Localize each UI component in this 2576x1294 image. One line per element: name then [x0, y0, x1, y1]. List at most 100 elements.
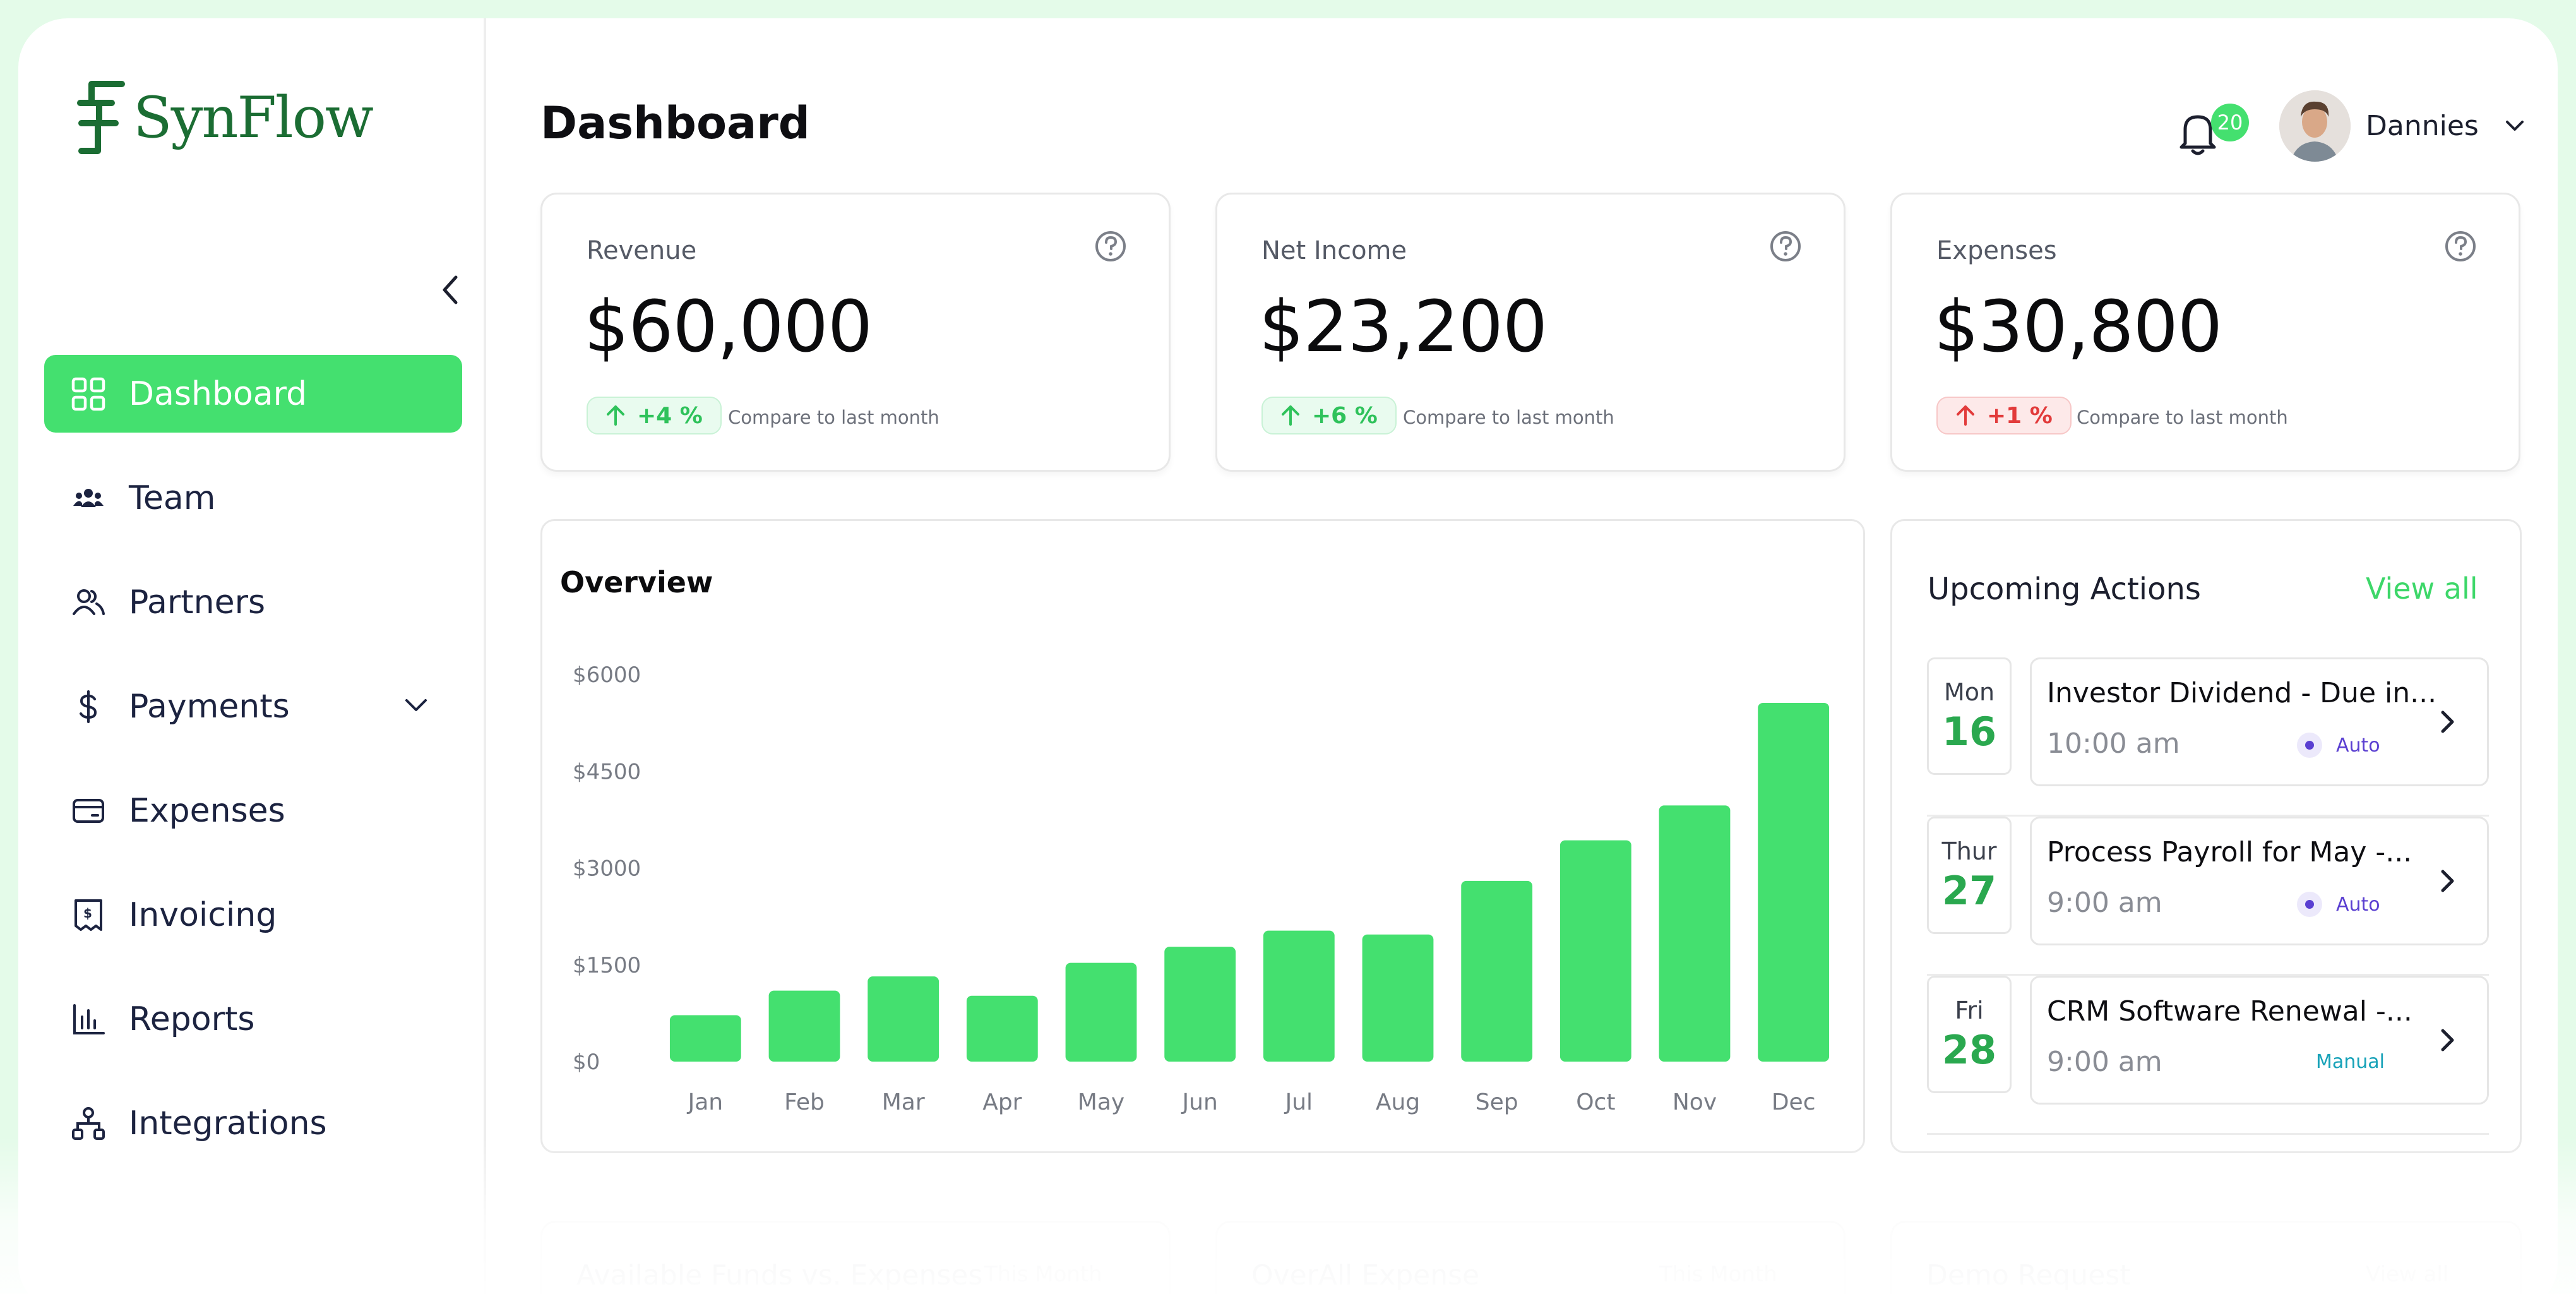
- chevron-down-icon[interactable]: [400, 689, 432, 721]
- bar-feb[interactable]: [768, 990, 840, 1062]
- sidebar-item-dashboard[interactable]: Dashboard: [44, 355, 462, 433]
- synflow-logo-icon: [77, 81, 125, 154]
- help-icon[interactable]: [2444, 230, 2477, 263]
- svg-text:$: $: [83, 906, 92, 921]
- period-select[interactable]: This Month: [984, 1262, 1102, 1287]
- sidebar-item-label: Invoicing: [129, 896, 277, 934]
- action-row: Fri 28 CRM Software Renewal -... 9:00 am…: [1927, 976, 2489, 1135]
- app-window: SynFlow Dashboard Team Partners Payments…: [18, 18, 2558, 1294]
- action-date: Fri 28: [1927, 976, 2012, 1093]
- integrations-icon: [69, 1105, 107, 1142]
- kpi-change-value: +6 %: [1312, 402, 1378, 429]
- period-select[interactable]: This Month: [1659, 1262, 1777, 1287]
- y-tick-label: $0: [573, 1050, 600, 1075]
- user-name[interactable]: Dannies: [2366, 110, 2479, 142]
- x-tick-label: Aug: [1376, 1089, 1420, 1115]
- card-title: Demo Request: [1926, 1259, 2131, 1291]
- help-icon[interactable]: [1094, 230, 1127, 263]
- sidebar-item-team[interactable]: Team: [44, 459, 462, 537]
- bar-aug[interactable]: [1362, 934, 1434, 1062]
- sidebar-item-expenses[interactable]: Expenses: [44, 772, 462, 849]
- overview-bar-chart: $0 $1500 $3000 $4500 $6000 Jan Feb Mar Apr May Jun…: [573, 662, 1830, 1115]
- sidebar-item-invoicing[interactable]: $ Invoicing: [44, 876, 462, 954]
- action-day-of-month: 28: [1941, 1027, 1997, 1073]
- chevron-right-icon[interactable]: [2435, 1024, 2460, 1056]
- action-tag-auto: Auto: [2297, 892, 2380, 917]
- action-tag-label: Auto: [2336, 734, 2380, 757]
- action-card[interactable]: CRM Software Renewal -... 9:00 am Manual: [2030, 976, 2489, 1105]
- sidebar-item-payments[interactable]: Payments: [44, 668, 462, 745]
- sidebar-item-label: Dashboard: [129, 374, 307, 413]
- sidebar: SynFlow Dashboard Team Partners Payments…: [18, 18, 486, 1294]
- upcoming-actions-card: Upcoming Actions View all Mon 16 Investo…: [1890, 519, 2522, 1153]
- sidebar-item-label: Partners: [129, 583, 266, 621]
- collapse-sidebar-button[interactable]: [427, 258, 472, 321]
- chevron-right-icon[interactable]: [2435, 706, 2460, 738]
- arrow-up-icon: [1282, 405, 1299, 426]
- arrow-up-icon: [1957, 405, 1974, 426]
- kpi-change-value: +1 %: [1987, 402, 2053, 429]
- action-time: 9:00 am: [2047, 1046, 2162, 1078]
- notification-badge: 20: [2211, 104, 2249, 141]
- x-tick-label: Oct: [1576, 1089, 1615, 1115]
- bar-dec[interactable]: [1758, 702, 1830, 1062]
- kpi-value: $30,800: [1934, 286, 2222, 368]
- chevron-down-icon[interactable]: [2502, 113, 2527, 138]
- chevron-left-icon: [443, 275, 458, 304]
- bar-jan[interactable]: [669, 1015, 741, 1062]
- arrow-up-icon: [607, 405, 624, 426]
- action-card[interactable]: Investor Dividend - Due in... 10:00 am A…: [2030, 657, 2489, 786]
- kpi-value: $23,200: [1259, 286, 1547, 368]
- demo-request-card[interactable]: Demo Request View all: [1890, 1221, 2522, 1294]
- invoice-icon: $: [69, 896, 107, 934]
- bar-mar[interactable]: [868, 976, 939, 1062]
- action-day-of-week: Fri: [1955, 997, 1984, 1024]
- available-funds-card[interactable]: Available Funds vs. Expenses This Month: [540, 1221, 1171, 1294]
- card-icon: [69, 792, 107, 830]
- sidebar-item-reports[interactable]: Reports: [44, 980, 462, 1058]
- action-title: Investor Dividend - Due in...: [2047, 677, 2437, 709]
- bar-jul[interactable]: [1263, 930, 1335, 1062]
- bar-nov[interactable]: [1659, 805, 1731, 1062]
- bar-oct[interactable]: [1559, 840, 1631, 1062]
- action-card[interactable]: Process Payroll for May -... 9:00 am Aut…: [2030, 817, 2489, 945]
- action-tag-manual: Manual: [2316, 1051, 2385, 1073]
- sidebar-item-label: Integrations: [129, 1104, 327, 1142]
- brand-logo[interactable]: SynFlow: [73, 78, 374, 157]
- sidebar-item-label: Reports: [129, 1000, 255, 1038]
- action-date: Thur 27: [1927, 817, 2012, 934]
- bar-jun[interactable]: [1164, 947, 1236, 1062]
- avatar[interactable]: [2279, 90, 2351, 162]
- y-tick-label: $4500: [573, 759, 641, 784]
- x-tick-label: Feb: [784, 1089, 825, 1115]
- action-title: Process Payroll for May -...: [2047, 836, 2412, 868]
- overall-expense-card[interactable]: OverAll Expense This Month: [1215, 1221, 1846, 1294]
- action-day-of-week: Mon: [1943, 678, 1995, 706]
- page-title: Dashboard: [540, 97, 810, 149]
- view-all-link[interactable]: View all: [2366, 572, 2478, 606]
- kpi-card-expenses: Expenses $30,800 +1 % Compare to last mo…: [1890, 193, 2520, 472]
- x-tick-label: Sep: [1476, 1089, 1518, 1115]
- sidebar-item-partners[interactable]: Partners: [44, 563, 462, 641]
- action-tag-auto: Auto: [2297, 733, 2380, 758]
- upcoming-title: Upcoming Actions: [1928, 572, 2201, 607]
- dot-icon: [2297, 892, 2322, 917]
- kpi-change-value: +4 %: [637, 402, 703, 429]
- x-tick-label: Jul: [1284, 1089, 1313, 1115]
- action-time: 9:00 am: [2047, 887, 2162, 919]
- view-all-link[interactable]: View all: [2366, 1262, 2448, 1287]
- kpi-compare-text: Compare to last month: [1403, 407, 1614, 428]
- bar-sep[interactable]: [1461, 880, 1533, 1062]
- bar-apr[interactable]: [966, 995, 1038, 1062]
- action-day-of-month: 27: [1941, 868, 1997, 914]
- kpi-label: Expenses: [1936, 236, 2057, 265]
- help-icon[interactable]: [1769, 230, 1802, 263]
- sidebar-item-integrations[interactable]: Integrations: [44, 1084, 462, 1162]
- overview-card: Overview $0 $1500 $3000 $4500 $6000 Jan Feb Mar…: [540, 519, 1865, 1153]
- y-tick-label: $6000: [573, 662, 641, 688]
- x-tick-label: Nov: [1673, 1089, 1717, 1115]
- kpi-value: $60,000: [584, 286, 873, 368]
- bar-may[interactable]: [1065, 962, 1137, 1062]
- card-title: Available Funds vs. Expenses: [576, 1259, 983, 1291]
- chevron-right-icon[interactable]: [2435, 865, 2460, 897]
